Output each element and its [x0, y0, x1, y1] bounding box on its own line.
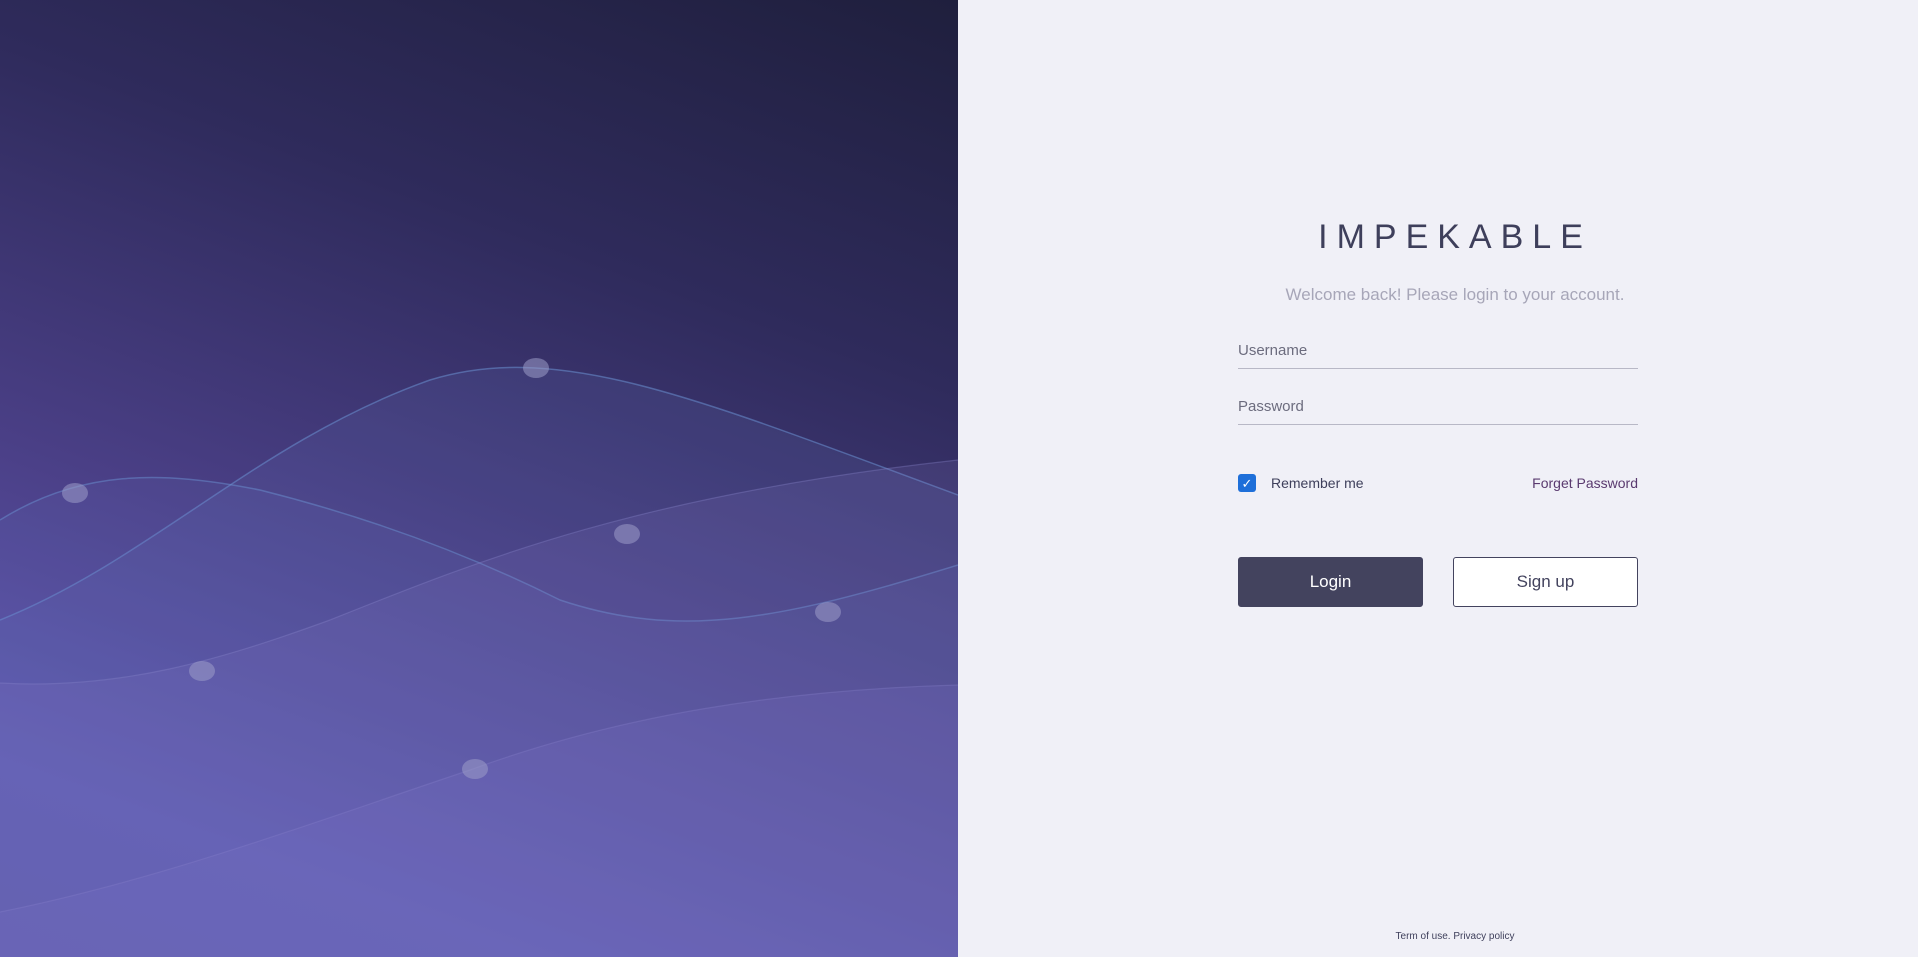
login-options-row: ✓ Remember me Forget Password: [1238, 471, 1638, 495]
checkmark-icon: ✓: [1241, 475, 1253, 491]
signup-button[interactable]: Sign up: [1453, 557, 1638, 607]
password-input[interactable]: [1238, 383, 1638, 424]
password-field-wrapper: [1238, 383, 1638, 425]
wave-illustration: [0, 358, 958, 957]
forgot-password-link[interactable]: Forget Password: [1532, 475, 1638, 491]
username-field-wrapper: [1238, 327, 1638, 369]
footer-links: Term of use. Privacy policy: [958, 931, 1918, 942]
remember-me-group: ✓ Remember me: [1238, 474, 1364, 492]
remember-me-checkbox[interactable]: ✓: [1238, 474, 1256, 492]
username-input[interactable]: [1238, 327, 1638, 368]
login-button[interactable]: Login: [1238, 557, 1423, 607]
login-form-panel: IMPEKABLE Welcome back! Please login to …: [958, 0, 1918, 957]
login-page: IMPEKABLE Welcome back! Please login to …: [0, 0, 1918, 957]
remember-me-label[interactable]: Remember me: [1271, 475, 1364, 491]
brand-logo-text: IMPEKABLE: [1318, 218, 1592, 256]
terms-of-use-link[interactable]: Term of use.: [1396, 931, 1451, 942]
decorative-wave-panel: [0, 0, 958, 957]
privacy-policy-link[interactable]: Privacy policy: [1453, 931, 1514, 942]
welcome-message: Welcome back! Please login to your accou…: [1285, 285, 1625, 304]
